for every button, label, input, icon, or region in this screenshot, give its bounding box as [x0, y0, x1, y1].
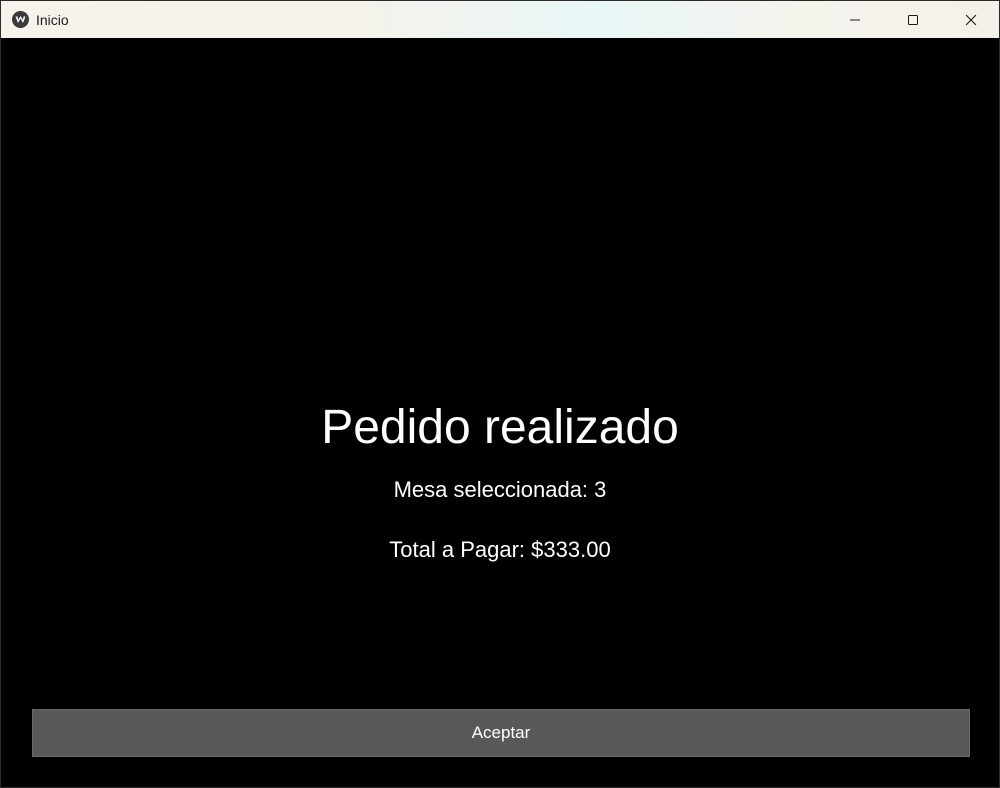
- accept-button[interactable]: Aceptar: [32, 709, 970, 757]
- minimize-button[interactable]: [826, 1, 884, 38]
- maximize-button[interactable]: [884, 1, 942, 38]
- app-window: Inicio Pedido realizado Mesa seleccionad…: [0, 0, 1000, 788]
- window-title: Inicio: [36, 12, 69, 28]
- main-content: Pedido realizado Mesa seleccionada: 3 To…: [1, 38, 999, 787]
- close-icon: [965, 14, 977, 26]
- page-title: Pedido realizado: [321, 401, 679, 454]
- maximize-icon: [907, 14, 919, 26]
- total-to-pay-label: Total a Pagar: $333.00: [389, 537, 611, 562]
- title-bar[interactable]: Inicio: [1, 1, 999, 38]
- minimize-icon: [849, 14, 861, 26]
- selected-table-label: Mesa seleccionada: 3: [393, 477, 607, 502]
- kivy-logo-icon: [12, 11, 29, 28]
- close-button[interactable]: [942, 1, 999, 38]
